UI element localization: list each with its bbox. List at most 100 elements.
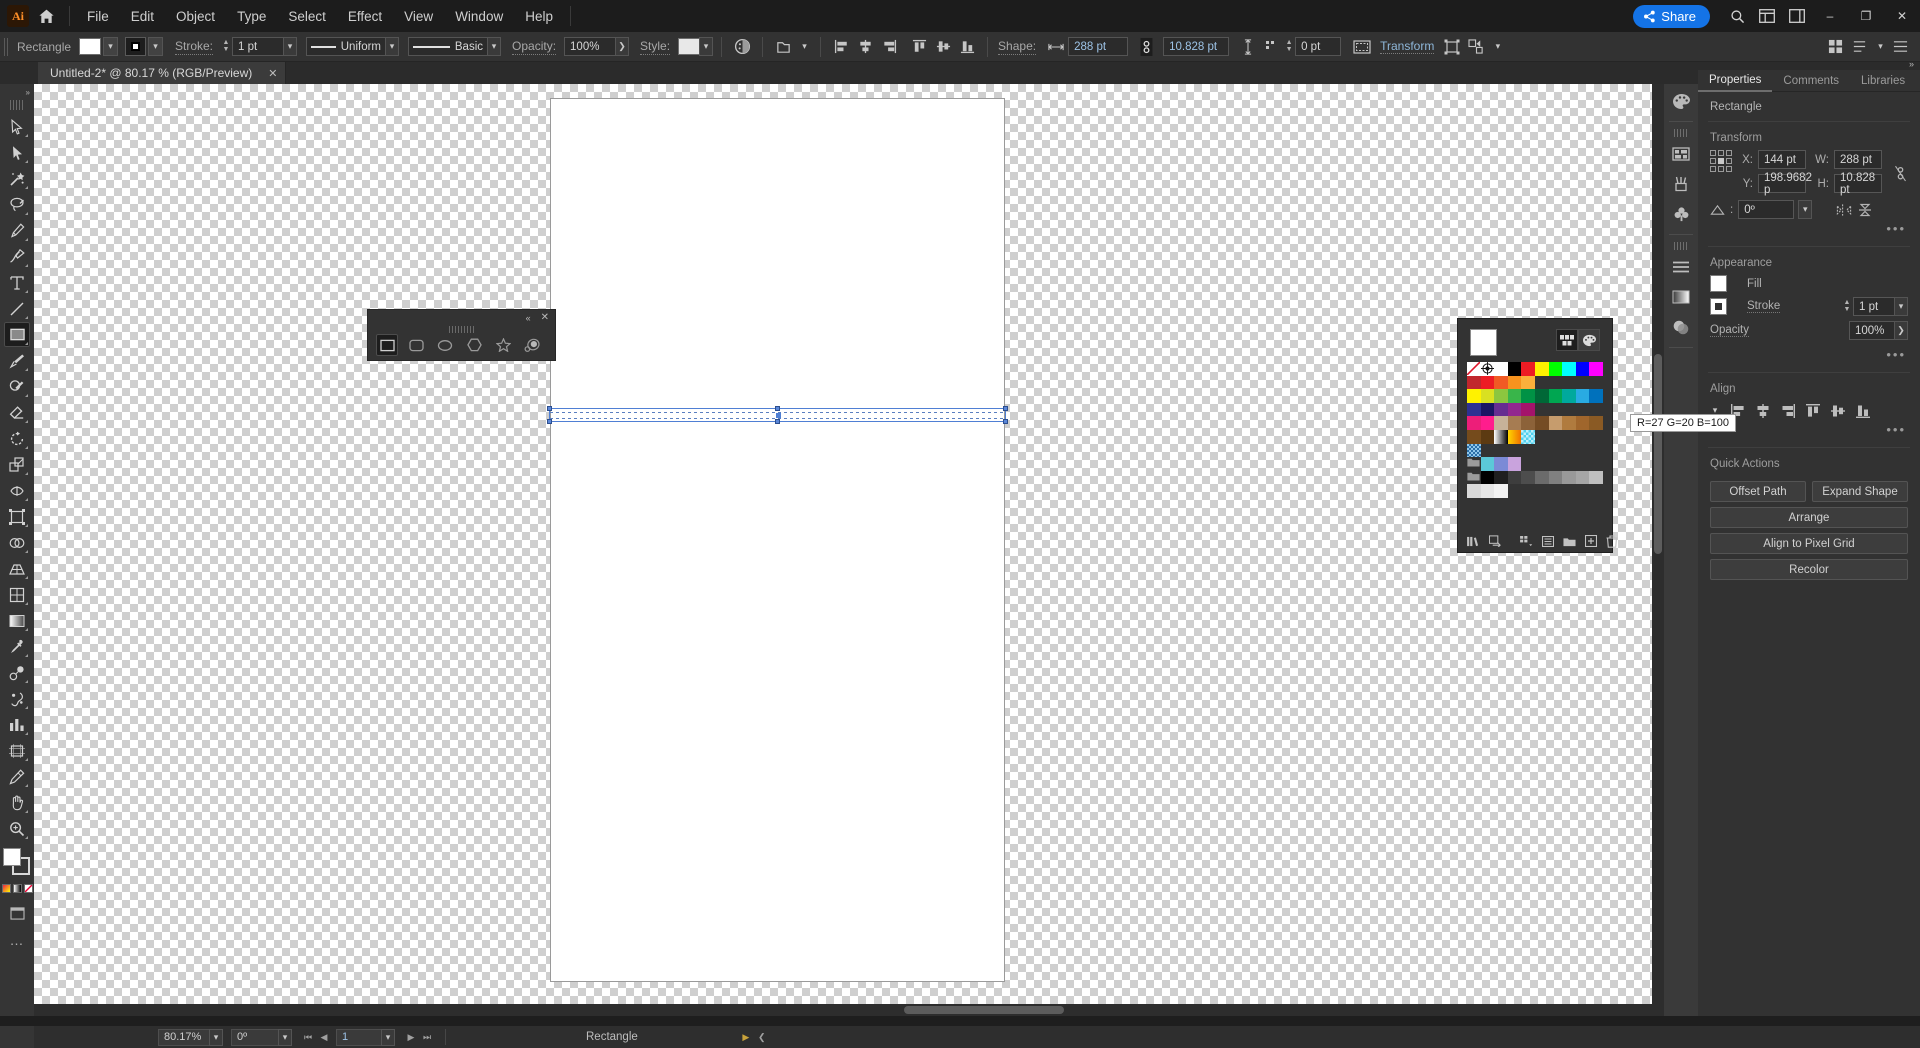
close-icon[interactable]: ✕ [268, 67, 277, 80]
swatch-2-9[interactable] [1589, 416, 1603, 430]
swatch-2-1[interactable] [1480, 416, 1495, 430]
perspective-grid-tool[interactable] [4, 556, 30, 581]
rotate-dropdown-icon[interactable]: ▾ [278, 1028, 292, 1046]
shape-builder-tool[interactable] [4, 530, 30, 555]
rotation-input[interactable]: 0º [1738, 200, 1795, 219]
polygon-shape-tool[interactable] [463, 334, 485, 356]
last-artboard-icon[interactable]: ⏭ [419, 1029, 435, 1046]
new-color-group-icon[interactable] [1563, 535, 1576, 548]
swatch-4-2[interactable] [1494, 457, 1508, 471]
swatch-0-14[interactable] [1521, 375, 1535, 390]
menu-type[interactable]: Type [226, 4, 277, 29]
curvature-tool[interactable] [4, 244, 30, 269]
document-tab[interactable]: Untitled-2* @ 80.17 % (RGB/Preview) ✕ [38, 62, 287, 84]
style-label[interactable]: Style: [640, 39, 671, 55]
lasso-tool[interactable] [4, 192, 30, 217]
shapes-panel-grip[interactable] [448, 326, 475, 333]
shapes-panel-header[interactable]: « ✕ [368, 310, 555, 325]
swatch-5-6[interactable] [1548, 470, 1563, 485]
h-input[interactable]: 10.828 pt [1834, 172, 1882, 196]
selection-tool[interactable] [4, 114, 30, 139]
swatch-0-12[interactable] [1494, 375, 1508, 390]
stroke-color-swatch[interactable] [125, 37, 146, 56]
swatch-2-7[interactable] [1562, 416, 1576, 430]
appearance-opacity-input[interactable]: 100% [1849, 321, 1895, 340]
stroke-profile-dropdown-icon[interactable]: ▾ [385, 37, 400, 56]
zoom-level-input[interactable]: 80.17% [158, 1028, 210, 1046]
stroke-dropdown-icon[interactable]: ▾ [148, 37, 163, 56]
swatch-5-8[interactable] [1575, 470, 1590, 485]
control-menu-icon[interactable] [1889, 36, 1911, 58]
swatch-5-9[interactable] [1589, 470, 1603, 485]
swatch-5-11[interactable] [1480, 484, 1495, 498]
swatch-2-3[interactable] [1507, 416, 1522, 430]
swatch-1-0[interactable] [1467, 389, 1481, 403]
resize-handle-tl[interactable] [547, 406, 552, 411]
tab-libraries[interactable]: Libraries [1850, 70, 1916, 92]
tab-comments[interactable]: Comments [1772, 70, 1850, 92]
swatch-1-12[interactable] [1494, 402, 1508, 417]
center-anchor[interactable] [775, 413, 781, 418]
fill-stroke-indicator[interactable] [3, 848, 31, 876]
swatch-2-11[interactable] [1480, 429, 1495, 444]
rail-grip-1[interactable] [1674, 129, 1688, 137]
stroke-weight-dropdown-icon[interactable]: ▾ [283, 37, 298, 56]
gradient-mode-icon[interactable] [12, 884, 22, 893]
zoom-dropdown-icon[interactable]: ▾ [209, 1028, 223, 1046]
brush-definition-combo[interactable]: Basic [408, 37, 489, 56]
status-prev-icon[interactable]: ❮ [754, 1029, 770, 1046]
swatch-5-2[interactable] [1494, 470, 1508, 485]
color-palette-icon[interactable] [1578, 329, 1600, 351]
resize-handle-tc[interactable] [774, 406, 780, 411]
blend-tool[interactable] [4, 660, 30, 685]
rectangle-tool[interactable] [4, 322, 30, 347]
swatches-panel-icon[interactable] [1668, 141, 1694, 167]
swatch-2-8[interactable] [1575, 416, 1590, 430]
swatch-0-8[interactable] [1575, 362, 1590, 376]
corner-radius-input[interactable]: 0 pt [1295, 37, 1342, 56]
swatch-1-11[interactable] [1480, 402, 1495, 417]
corner-radius-stepper[interactable]: ▲ ▼ [1284, 37, 1294, 56]
document-setup-icon[interactable] [1848, 36, 1870, 58]
width-tool[interactable] [4, 478, 30, 503]
slice-tool[interactable] [4, 764, 30, 789]
menu-help[interactable]: Help [514, 4, 564, 29]
flip-horizontal-icon[interactable] [1836, 203, 1852, 217]
align-top-icon[interactable] [908, 36, 930, 58]
swatch-3-0[interactable] [1467, 443, 1481, 458]
appearance-stroke-swatch[interactable] [1710, 298, 1727, 315]
swatch-2-10[interactable] [1467, 429, 1481, 444]
menu-select[interactable]: Select [277, 4, 337, 29]
swatch-list-view-icon[interactable] [1542, 535, 1554, 548]
align-right-icon[interactable] [878, 36, 900, 58]
swatch-1-9[interactable] [1589, 389, 1603, 403]
graphic-style-dropdown-icon[interactable]: ▾ [699, 37, 714, 56]
stroke-weight-label[interactable]: Stroke: [175, 39, 214, 55]
select-similar-dropdown-icon[interactable]: ▾ [1490, 37, 1505, 56]
swatch-0-0[interactable] [1467, 362, 1481, 376]
control-overflow-icon[interactable]: ▾ [1873, 37, 1888, 56]
canvas-area[interactable]: « ✕ [34, 84, 1698, 1016]
align-bottom-icon[interactable] [1855, 403, 1871, 419]
swatch-2-2[interactable] [1494, 416, 1508, 430]
swatch-1-7[interactable] [1562, 389, 1576, 403]
swatch-1-8[interactable] [1575, 389, 1590, 403]
mesh-tool[interactable] [4, 582, 30, 607]
rotation-dropdown-icon[interactable]: ▾ [1798, 200, 1813, 219]
align-right-icon[interactable] [1780, 403, 1796, 419]
free-transform-tool[interactable] [4, 504, 30, 529]
ellipse-shape-tool[interactable] [434, 334, 456, 356]
shape-height-input[interactable]: 10.828 pt [1163, 37, 1230, 56]
align-center-h-icon[interactable] [854, 36, 876, 58]
swatch-1-1[interactable] [1480, 389, 1495, 403]
swatch-0-13[interactable] [1507, 375, 1522, 390]
opacity-label[interactable]: Opacity: [512, 39, 557, 55]
toolbar-collapse-icon[interactable]: » [0, 86, 34, 98]
close-icon[interactable]: ✕ [541, 312, 549, 323]
appearance-opacity-label[interactable]: Opacity [1710, 324, 1749, 337]
window-close-button[interactable]: ✕ [1884, 0, 1920, 32]
menu-edit[interactable]: Edit [120, 4, 165, 29]
swatch-1-13[interactable] [1507, 402, 1522, 417]
fill-color-swatch[interactable] [79, 38, 101, 55]
swatches-grid-icon[interactable] [1556, 329, 1578, 351]
